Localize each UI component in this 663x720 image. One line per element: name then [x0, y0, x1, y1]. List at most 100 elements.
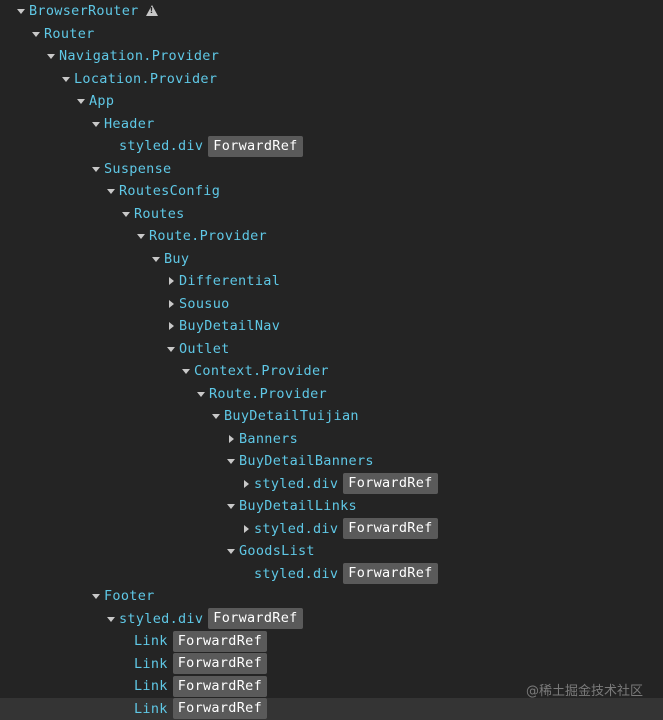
tree-row[interactable]: styled.div ForwardRef: [0, 608, 663, 630]
tree-row[interactable]: Footer: [0, 585, 663, 607]
tree-row[interactable]: styled.div ForwardRef: [0, 563, 663, 585]
component-name: Suspense: [104, 160, 172, 177]
tree-row[interactable]: BrowserRouter: [0, 0, 663, 22]
tree-row[interactable]: Context.Provider: [0, 360, 663, 382]
hoc-badge: ForwardRef: [208, 608, 303, 629]
hoc-badge: ForwardRef: [343, 518, 438, 539]
component-name: Header: [104, 115, 155, 132]
component-name: BuyDetailLinks: [239, 498, 357, 514]
collapse-arrow-icon[interactable]: [74, 90, 89, 112]
arrow-spacer: [119, 653, 134, 675]
component-name: Location.Provider: [74, 70, 218, 87]
collapse-arrow-icon[interactable]: [29, 23, 44, 45]
arrow-spacer: [119, 698, 134, 720]
component-name: Navigation.Provider: [59, 48, 220, 64]
collapse-arrow-icon[interactable]: [164, 338, 179, 360]
component-name: Banners: [239, 430, 298, 447]
component-name: BuyDetailNav: [179, 318, 281, 334]
expand-arrow-icon[interactable]: [224, 428, 239, 450]
component-name: BuyDetailTuijian: [224, 408, 359, 424]
tree-row[interactable]: Link ForwardRef: [0, 653, 663, 675]
collapse-arrow-icon[interactable]: [149, 248, 164, 270]
tree-row[interactable]: Differential: [0, 270, 663, 292]
collapse-arrow-icon[interactable]: [14, 0, 29, 22]
tree-row[interactable]: Banners: [0, 428, 663, 450]
component-name: styled.div: [119, 610, 204, 627]
hoc-badge: ForwardRef: [172, 675, 267, 697]
collapse-arrow-icon[interactable]: [224, 540, 239, 562]
watermark-text: @稀土掘金技术社区: [525, 684, 643, 699]
expand-arrow-icon[interactable]: [164, 315, 179, 337]
component-name: Context.Provider: [194, 363, 329, 379]
tree-row[interactable]: Suspense: [0, 158, 663, 180]
tree-row[interactable]: GoodsList: [0, 540, 663, 562]
component-name: styled.div: [119, 138, 204, 154]
collapse-arrow-icon[interactable]: [224, 495, 239, 517]
tree-row[interactable]: Route.Provider: [0, 383, 663, 405]
tree-row[interactable]: BuyDetailBanners: [0, 450, 663, 472]
expand-arrow-icon[interactable]: [164, 270, 179, 292]
hoc-badge: ForwardRef: [343, 563, 438, 584]
collapse-arrow-icon[interactable]: [194, 383, 209, 405]
tree-row[interactable]: Location.Provider: [0, 68, 663, 90]
component-name: Routes: [134, 205, 185, 222]
tree-row[interactable]: Routes: [0, 203, 663, 225]
component-name: BuyDetailBanners: [239, 453, 374, 469]
tree-row[interactable]: styled.div ForwardRef: [0, 518, 663, 540]
collapse-arrow-icon[interactable]: [134, 225, 149, 247]
tree-row[interactable]: RoutesConfig: [0, 180, 663, 202]
tree-row[interactable]: App: [0, 90, 663, 112]
arrow-spacer: [119, 630, 134, 652]
collapse-arrow-icon[interactable]: [89, 113, 104, 135]
tree-row[interactable]: styled.div ForwardRef: [0, 473, 663, 495]
collapse-arrow-icon[interactable]: [44, 45, 59, 67]
tree-row[interactable]: Outlet: [0, 338, 663, 360]
hoc-badge: ForwardRef: [172, 630, 267, 652]
tree-row[interactable]: Link ForwardRef: [0, 630, 663, 652]
component-name: Sousuo: [179, 295, 230, 312]
expand-arrow-icon[interactable]: [164, 293, 179, 315]
tree-row[interactable]: BuyDetailTuijian: [0, 405, 663, 427]
component-name: styled.div: [254, 475, 339, 492]
arrow-spacer: [239, 563, 254, 585]
collapse-arrow-icon[interactable]: [104, 180, 119, 202]
hoc-badge: ForwardRef: [208, 135, 303, 157]
tree-row[interactable]: Router: [0, 23, 663, 45]
component-name: styled.div: [254, 520, 339, 537]
tree-row[interactable]: Buy: [0, 248, 663, 270]
tree-row[interactable]: Navigation.Provider: [0, 45, 663, 67]
component-name: Differential: [179, 273, 281, 289]
hoc-badge: ForwardRef: [172, 698, 267, 719]
expand-arrow-icon[interactable]: [239, 473, 254, 495]
collapse-arrow-icon[interactable]: [224, 450, 239, 472]
tree-row[interactable]: Route.Provider: [0, 225, 663, 247]
tree-row[interactable]: Header: [0, 113, 663, 135]
collapse-arrow-icon[interactable]: [179, 360, 194, 382]
tree-row[interactable]: BuyDetailLinks: [0, 495, 663, 517]
tree-row[interactable]: styled.div ForwardRef: [0, 135, 663, 157]
collapse-arrow-icon[interactable]: [89, 585, 104, 607]
collapse-arrow-icon[interactable]: [209, 405, 224, 427]
tree-row[interactable]: BuyDetailNav: [0, 315, 663, 337]
component-name: App: [89, 93, 115, 109]
component-name: Buy: [164, 250, 190, 267]
collapse-arrow-icon[interactable]: [89, 158, 104, 180]
component-name: Link: [134, 678, 168, 694]
expand-arrow-icon[interactable]: [239, 518, 254, 540]
warning-icon[interactable]: [145, 4, 158, 16]
collapse-arrow-icon[interactable]: [59, 68, 74, 90]
collapse-arrow-icon[interactable]: [104, 608, 119, 630]
component-name: RoutesConfig: [119, 183, 221, 199]
component-name: Link: [134, 700, 168, 717]
component-name: Router: [44, 25, 95, 42]
component-name: Route.Provider: [209, 385, 327, 402]
component-name: GoodsList: [239, 543, 315, 559]
tree-row[interactable]: Sousuo: [0, 293, 663, 315]
component-name: Link: [134, 655, 168, 672]
component-name: styled.div: [254, 565, 339, 582]
component-name: BrowserRouter: [29, 3, 139, 19]
collapse-arrow-icon[interactable]: [119, 203, 134, 225]
tree-row[interactable]: Link ForwardRef: [0, 697, 663, 720]
arrow-spacer: [104, 135, 119, 157]
hoc-badge: ForwardRef: [343, 473, 438, 494]
